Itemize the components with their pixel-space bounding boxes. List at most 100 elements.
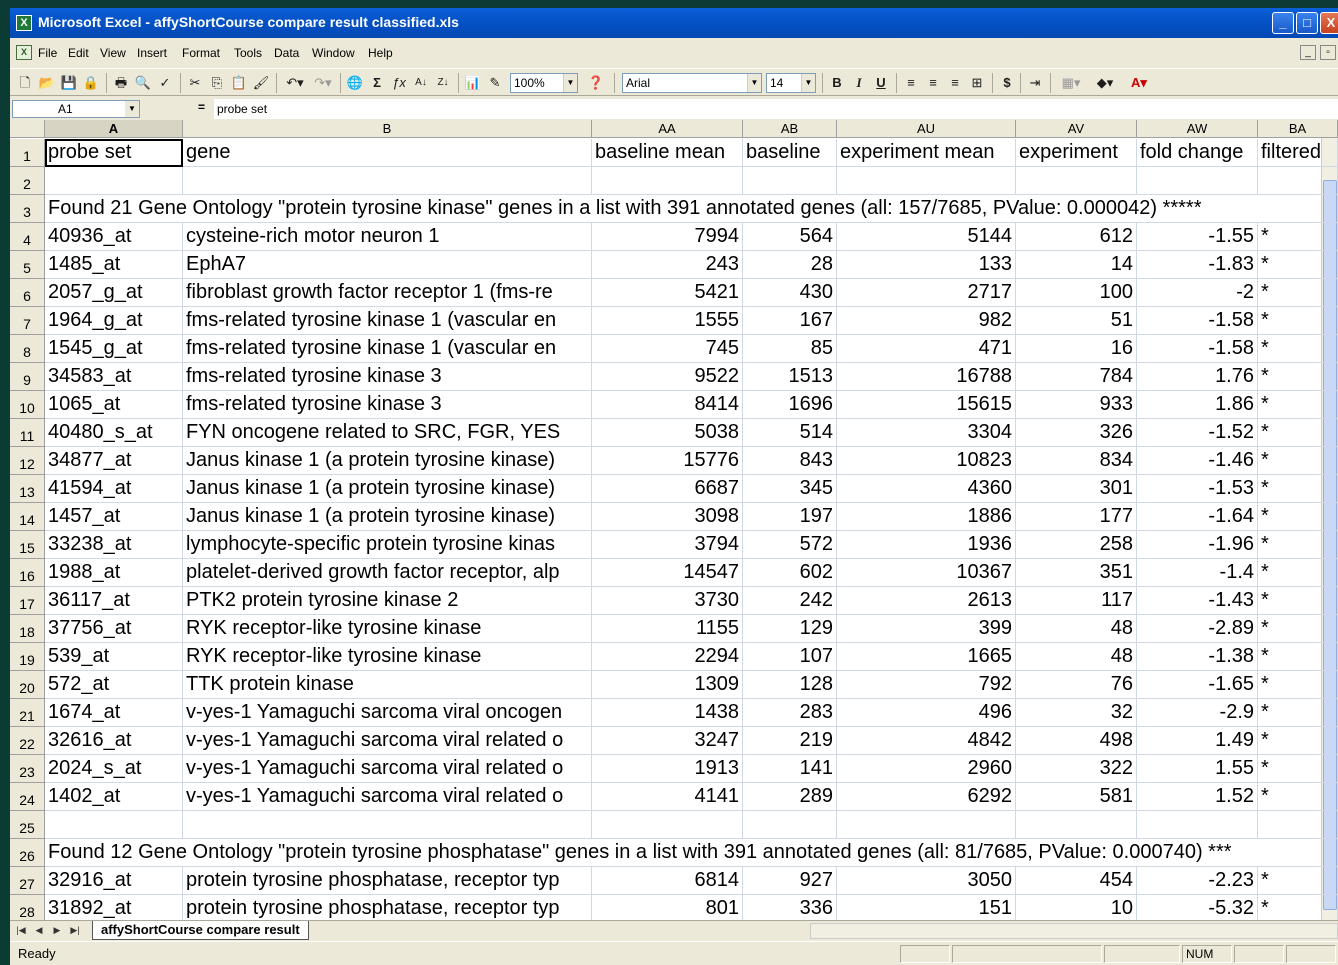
header-cell[interactable]: gene xyxy=(183,139,592,167)
header-cell[interactable]: fold change xyxy=(1137,139,1258,167)
cell[interactable]: 345 xyxy=(743,475,837,503)
cell[interactable]: 283 xyxy=(743,699,837,727)
cell[interactable] xyxy=(837,167,1016,195)
cell[interactable]: 289 xyxy=(743,783,837,811)
header-cell[interactable]: probe set xyxy=(45,139,183,167)
cell[interactable]: 572_at xyxy=(45,671,183,699)
cell[interactable]: * xyxy=(1258,727,1338,755)
cell[interactable]: 8414 xyxy=(592,391,743,419)
header-cell[interactable]: baseline xyxy=(743,139,837,167)
cell[interactable]: 51 xyxy=(1016,307,1137,335)
cell[interactable]: * xyxy=(1258,587,1338,615)
column-header-au[interactable]: AU xyxy=(837,120,1016,138)
cell[interactable]: -1.65 xyxy=(1137,671,1258,699)
close-button[interactable]: X xyxy=(1320,12,1338,34)
cell[interactable]: * xyxy=(1258,307,1338,335)
cell[interactable]: 3794 xyxy=(592,531,743,559)
cell[interactable] xyxy=(592,811,743,839)
cell[interactable]: 1485_at xyxy=(45,251,183,279)
cell[interactable] xyxy=(743,167,837,195)
cell[interactable] xyxy=(183,167,592,195)
cell[interactable]: 1065_at xyxy=(45,391,183,419)
hyperlink-icon[interactable]: 🌐 xyxy=(346,73,364,93)
cell[interactable]: -5.32 xyxy=(1137,895,1258,920)
fill-color-icon[interactable]: ◆▾ xyxy=(1090,73,1120,93)
cell[interactable]: 326 xyxy=(1016,419,1137,447)
cell[interactable]: 801 xyxy=(592,895,743,920)
cell[interactable]: Janus kinase 1 (a protein tyrosine kinas… xyxy=(183,503,592,531)
cell[interactable]: 14 xyxy=(1016,251,1137,279)
cell[interactable]: 982 xyxy=(837,307,1016,335)
last-sheet-icon[interactable]: ▶| xyxy=(68,923,82,938)
section-label-cell[interactable]: Found 21 Gene Ontology "protein tyrosine… xyxy=(45,195,1202,223)
row-header[interactable]: 8 xyxy=(10,335,45,363)
function-icon[interactable]: ƒx xyxy=(390,73,408,93)
cell[interactable]: 128 xyxy=(743,671,837,699)
cell[interactable]: 37756_at xyxy=(45,615,183,643)
header-cell[interactable]: baseline mean xyxy=(592,139,743,167)
cell[interactable]: EphA7 xyxy=(183,251,592,279)
cell[interactable]: 41594_at xyxy=(45,475,183,503)
cell[interactable]: protein tyrosine phosphatase, receptor t… xyxy=(183,867,592,895)
cell[interactable]: -1.58 xyxy=(1137,307,1258,335)
cell[interactable]: Janus kinase 1 (a protein tyrosine kinas… xyxy=(183,447,592,475)
print-icon[interactable]: 🖶 xyxy=(112,73,130,93)
section-label-cell[interactable]: Found 12 Gene Ontology "protein tyrosine… xyxy=(45,839,1232,867)
header-cell[interactable]: filtered xyxy=(1258,139,1338,167)
maximize-button[interactable]: □ xyxy=(1296,12,1318,34)
cell[interactable]: 1674_at xyxy=(45,699,183,727)
cell[interactable]: fms-related tyrosine kinase 1 (vascular … xyxy=(183,307,592,335)
cell[interactable] xyxy=(743,811,837,839)
cell[interactable]: -1.52 xyxy=(1137,419,1258,447)
cell[interactable]: 141 xyxy=(743,755,837,783)
cell[interactable]: 933 xyxy=(1016,391,1137,419)
row-header[interactable]: 4 xyxy=(10,223,45,251)
cell[interactable]: 5421 xyxy=(592,279,743,307)
column-header-aa[interactable]: AA xyxy=(592,120,743,138)
sort-ascending-icon[interactable]: A↓ xyxy=(412,73,430,93)
cell[interactable]: 927 xyxy=(743,867,837,895)
cell[interactable]: 430 xyxy=(743,279,837,307)
row-header[interactable]: 14 xyxy=(10,503,45,531)
cell[interactable]: protein tyrosine phosphatase, receptor t… xyxy=(183,895,592,920)
cell[interactable]: -1.64 xyxy=(1137,503,1258,531)
cell[interactable]: 1913 xyxy=(592,755,743,783)
row-header[interactable]: 25 xyxy=(10,811,45,839)
cell[interactable]: 242 xyxy=(743,587,837,615)
cell[interactable] xyxy=(1258,811,1338,839)
cell[interactable]: 16 xyxy=(1016,335,1137,363)
cell[interactable]: 1.52 xyxy=(1137,783,1258,811)
workbook-restore-button[interactable]: ▫ xyxy=(1320,45,1336,60)
cell[interactable]: 1513 xyxy=(743,363,837,391)
borders-icon[interactable]: ▦▾ xyxy=(1056,73,1086,93)
cell[interactable]: 1555 xyxy=(592,307,743,335)
cell[interactable]: 745 xyxy=(592,335,743,363)
cell[interactable]: 4842 xyxy=(837,727,1016,755)
cell[interactable]: 454 xyxy=(1016,867,1137,895)
cell[interactable]: fms-related tyrosine kinase 1 (vascular … xyxy=(183,335,592,363)
column-header-aw[interactable]: AW xyxy=(1137,120,1258,138)
cell[interactable] xyxy=(837,811,1016,839)
align-center-icon[interactable]: ≡ xyxy=(924,73,942,93)
cell[interactable]: 33238_at xyxy=(45,531,183,559)
cell[interactable]: 243 xyxy=(592,251,743,279)
row-header[interactable]: 23 xyxy=(10,755,45,783)
cell[interactable]: * xyxy=(1258,531,1338,559)
row-header[interactable]: 21 xyxy=(10,699,45,727)
cell[interactable]: 76 xyxy=(1016,671,1137,699)
column-header-a[interactable]: A xyxy=(45,120,183,138)
cell[interactable]: * xyxy=(1258,559,1338,587)
cell[interactable]: -1.38 xyxy=(1137,643,1258,671)
menu-help[interactable]: Help xyxy=(368,46,393,60)
cell[interactable]: -1.58 xyxy=(1137,335,1258,363)
cell[interactable]: PTK2 protein tyrosine kinase 2 xyxy=(183,587,592,615)
cell[interactable]: 784 xyxy=(1016,363,1137,391)
menu-format[interactable]: Format xyxy=(182,46,220,60)
bold-icon[interactable]: B xyxy=(828,73,846,93)
cell[interactable]: 3247 xyxy=(592,727,743,755)
currency-icon[interactable]: $ xyxy=(998,73,1016,93)
header-cell[interactable]: experiment mean xyxy=(837,139,1016,167)
cell[interactable]: Janus kinase 1 (a protein tyrosine kinas… xyxy=(183,475,592,503)
cell[interactable]: 4141 xyxy=(592,783,743,811)
cell[interactable]: 564 xyxy=(743,223,837,251)
